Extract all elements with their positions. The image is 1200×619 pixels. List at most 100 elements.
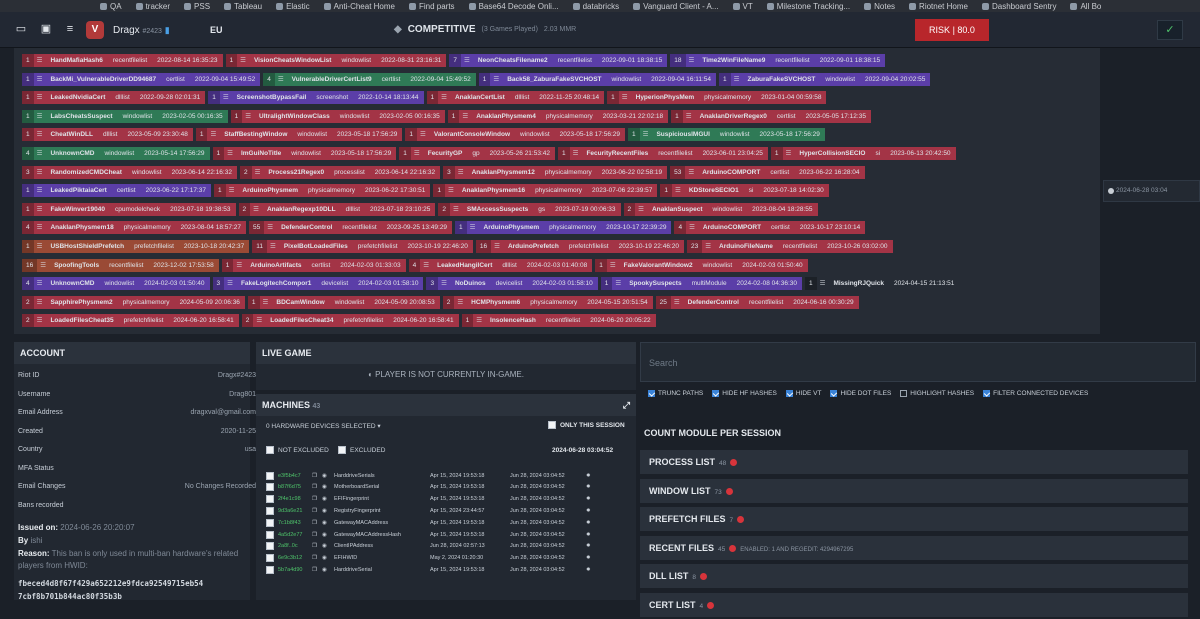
machine-checkbox[interactable] — [266, 483, 274, 492]
machine-checkbox[interactable] — [266, 471, 274, 480]
detection-chip[interactable]: 4 ☰ LeakedHangilCert dlllist 2024-02-03 01:4… — [408, 258, 593, 272]
module-row[interactable]: PROCESS LIST 48 — [640, 450, 1188, 474]
bookmark-item[interactable]: VT — [732, 2, 753, 11]
detection-chip[interactable]: 1 ☰ BDCamWindow windowlist 2024-05-09 20:08:… — [247, 295, 440, 309]
copy-icon[interactable]: ❐ — [312, 532, 322, 538]
detection-chip[interactable]: 1 ☰ ArduinoPhysmem physicalmemory 2023-10-17… — [455, 221, 672, 235]
detection-chip[interactable]: 1 ☰ LabsCheatsSuspect windowlist 2023-02-05 … — [22, 109, 228, 123]
eye-icon[interactable]: ◉ — [322, 484, 334, 490]
detection-chip[interactable]: 4 ☰ VulnerableDriverCertList9 certlist 2022-… — [263, 72, 476, 86]
machine-row[interactable]: b87f6d75 ❐ ◉ MotherboardSerial Apr 15, 2024 … — [266, 482, 626, 493]
machine-checkbox[interactable] — [266, 518, 274, 527]
detection-chip[interactable]: 3 ☰ NoDuinos devicelist 2024-02-03 01:58:10 — [426, 277, 598, 291]
detection-chip[interactable]: 25 ☰ DefenderControl recentfilelist 2024-06-… — [655, 295, 859, 309]
detection-chip[interactable]: 4 ☰ UnknownCMD windowlist 2024-02-03 01:50:4… — [22, 277, 210, 291]
detection-chip[interactable]: 1 ☰ HyperCollisionSECIO si 2023-06-13 20:42:… — [770, 147, 956, 160]
gear-icon[interactable]: ✹ — [586, 532, 591, 538]
copy-icon[interactable]: ❐ — [312, 484, 322, 490]
detection-chip[interactable]: 2 ☰ LoadedFilesCheat35 prefetchfilelist 2024… — [22, 314, 239, 328]
eye-icon[interactable]: ◉ — [322, 543, 334, 549]
bookmark-item[interactable]: QA — [100, 2, 122, 11]
excluded-filter[interactable]: EXCLUDED — [338, 446, 385, 454]
gear-icon[interactable]: ✹ — [586, 555, 591, 561]
machine-checkbox[interactable] — [266, 495, 274, 504]
bookmark-item[interactable]: Anti-Cheat Home — [323, 2, 395, 11]
eye-icon[interactable]: ◉ — [322, 532, 334, 538]
bookmark-item[interactable]: Base64 Decode Onli... — [468, 2, 559, 11]
copy-icon[interactable]: ❐ — [312, 543, 322, 549]
bookmark-item[interactable]: tracker — [135, 2, 170, 11]
copy-icon[interactable]: ❐ — [312, 567, 322, 573]
detection-chip[interactable]: 53 ☰ ArduinoCOMPORT certlist 2023-06-22 16:2… — [670, 165, 865, 179]
list-icon[interactable]: ≡ — [63, 22, 77, 36]
detection-chip[interactable]: 11 ☰ PixelBotLoadedFiles prefetchfilelist 20… — [252, 240, 473, 253]
detection-chip[interactable]: 4 ☰ ArduinoCOMPORT certlist 2023-10-17 23:10… — [674, 221, 866, 235]
copy-icon[interactable]: ❐ — [312, 473, 322, 479]
filter-option[interactable]: HIDE DOT FILES — [830, 390, 891, 397]
bookmark-item[interactable]: Elastic — [276, 2, 310, 11]
gear-icon[interactable]: ✹ — [586, 508, 591, 514]
machine-row[interactable]: 6e9c3b12 ❐ ◉ EFIHWID May 2, 2024 01:20:30 Jun… — [266, 553, 626, 564]
detection-chip[interactable]: 1 ☰ SuspiciousIMGUI windowlist 2023-05-18 17… — [627, 128, 825, 142]
gear-icon[interactable]: ✹ — [586, 496, 591, 502]
filter-option[interactable]: HIDE HF HASHES — [712, 390, 777, 397]
detection-chip[interactable]: 1 ☰ UltralightWindowClass windowlist 2023-02… — [230, 109, 445, 123]
module-row[interactable]: DLL LIST 8 — [640, 564, 1188, 588]
module-row[interactable]: WINDOW LIST 73 — [640, 478, 1188, 503]
copy-icon[interactable]: ❐ — [312, 496, 322, 502]
machine-checkbox[interactable] — [266, 530, 274, 539]
hardware-select[interactable]: 0 HARDWARE DEVICES SELECTED ▾ — [266, 422, 381, 430]
filter-checkbox[interactable] — [900, 390, 908, 397]
eye-icon[interactable]: ◉ — [322, 496, 334, 502]
detection-chip[interactable]: 1 ☰ FecurityRecentFiles recentfilelist 2023-… — [558, 147, 768, 160]
detection-chip[interactable]: 1 ☰ ImGuiNoTitle windowlist 2023-05-18 17:56… — [212, 147, 397, 160]
eye-icon[interactable]: ◉ — [322, 567, 334, 573]
filter-checkbox[interactable] — [785, 390, 793, 397]
copy-icon[interactable]: ❐ — [312, 508, 322, 514]
detection-chip[interactable]: 2 ☰ Process21Regex0 processlist 2023-06-14 2… — [239, 165, 441, 179]
gear-icon[interactable]: ✹ — [586, 473, 591, 479]
detection-chip[interactable]: 16 ☰ SpoofingTools recentfilelist 2023-12-02… — [22, 258, 219, 272]
check-icon[interactable]: ✓ — [1157, 20, 1183, 40]
expand-icon[interactable]: ⤢ — [623, 394, 630, 416]
detection-chip[interactable]: 16 ☰ ArduinoPrefetch prefetchfilelist 2023-1… — [475, 240, 684, 253]
filter-checkbox[interactable] — [648, 390, 655, 397]
detection-chip[interactable]: 1 ☰ LeakedPiktaiaCert certlist 2023-06-22 17… — [22, 184, 211, 198]
detection-chip[interactable]: 7 ☰ NeonCheatsFilename2 recentfilelist 2022-… — [449, 54, 668, 67]
machine-checkbox[interactable] — [266, 542, 274, 551]
only-session-toggle[interactable]: ONLY THIS SESSION — [548, 421, 625, 429]
detection-chip[interactable]: 1 ☰ FecurityGP gp 2023-05-26 21:53:42 — [399, 147, 555, 160]
detection-chip[interactable]: 1 ☰ HyperionPhysMem physicalmemory 2023-01-0… — [607, 91, 827, 105]
detection-chip[interactable]: 2 ☰ AnaklanSuspect windowlist 2023-08-04 18:… — [623, 202, 818, 216]
copy-icon[interactable]: ❐ — [312, 520, 322, 526]
eye-icon[interactable]: ◉ — [322, 473, 334, 479]
machine-row[interactable]: 7c1b8f43 ❐ ◉ GatewayMACAddress Apr 15, 2024 … — [266, 517, 626, 528]
eye-icon[interactable]: ◉ — [322, 508, 334, 514]
filter-option[interactable]: HIDE VT — [785, 390, 821, 397]
detection-chip[interactable]: 2 ☰ HCMPhysmem6 physicalmemory 2024-05-15 20… — [442, 295, 653, 309]
detection-chip[interactable]: 1 ☰ AnaklanDriverRegex0 certlist 2023-05-05 … — [671, 109, 871, 123]
detection-chip[interactable]: 1 ☰ HandMafiaHash6 recentfilelist 2022-08-14… — [22, 54, 223, 67]
filter-option[interactable]: TRUNC PATHS — [648, 390, 703, 397]
filter-checkbox[interactable] — [830, 390, 838, 397]
detection-chip[interactable]: 1 ☰ AnaklanCertList dlllist 2022-11-25 20:48… — [426, 91, 605, 105]
detection-chip[interactable]: 2 ☰ SMAccessSuspects gs 2023-07-19 00:06:33 — [438, 202, 621, 216]
machine-row[interactable]: 2a8f..0c ❐ ◉ ClientIPAddress Jun 28, 2024 02… — [266, 541, 626, 552]
search-input[interactable] — [649, 355, 1179, 371]
detection-chip[interactable]: 18 ☰ Time2WinFileName9 recentfilelist 2022-0… — [670, 54, 886, 67]
bookmark-item[interactable]: Dashboard Sentry — [981, 2, 1056, 11]
machine-row[interactable]: e3f5b4c7 ❐ ◉ HarddriveSerials Apr 15, 2024 1… — [266, 470, 626, 481]
detection-chip[interactable]: 1 ☰ LeakedNvidiaCert dlllist 2022-09-28 02:0… — [22, 91, 206, 105]
gear-icon[interactable]: ✹ — [586, 484, 591, 490]
module-row[interactable]: CERT LIST 4 — [640, 592, 1188, 617]
detection-chip[interactable]: 3 ☰ RandomizedCMDCheat windowlist 2023-06-14… — [22, 165, 237, 179]
gear-icon[interactable]: ✹ — [586, 520, 591, 526]
detection-chip[interactable]: 1 ☰ FakeValorantWindow2 windowlist 2024-02-0… — [595, 258, 808, 272]
machine-checkbox[interactable] — [266, 554, 274, 563]
detection-chip[interactable]: 1 ☰ ScreenshotBypassFail screenshot 2022-10-… — [208, 91, 424, 105]
eye-icon[interactable]: ◉ — [322, 520, 334, 526]
module-row[interactable]: PREFETCH FILES 7 — [640, 507, 1188, 531]
detection-chip[interactable]: 4 ☰ AnaklanPhysmem18 physicalmemory 2023-08-… — [22, 221, 247, 235]
excluded-checkbox[interactable] — [338, 446, 346, 454]
bookmark-item[interactable]: All Bo — [1070, 2, 1101, 11]
